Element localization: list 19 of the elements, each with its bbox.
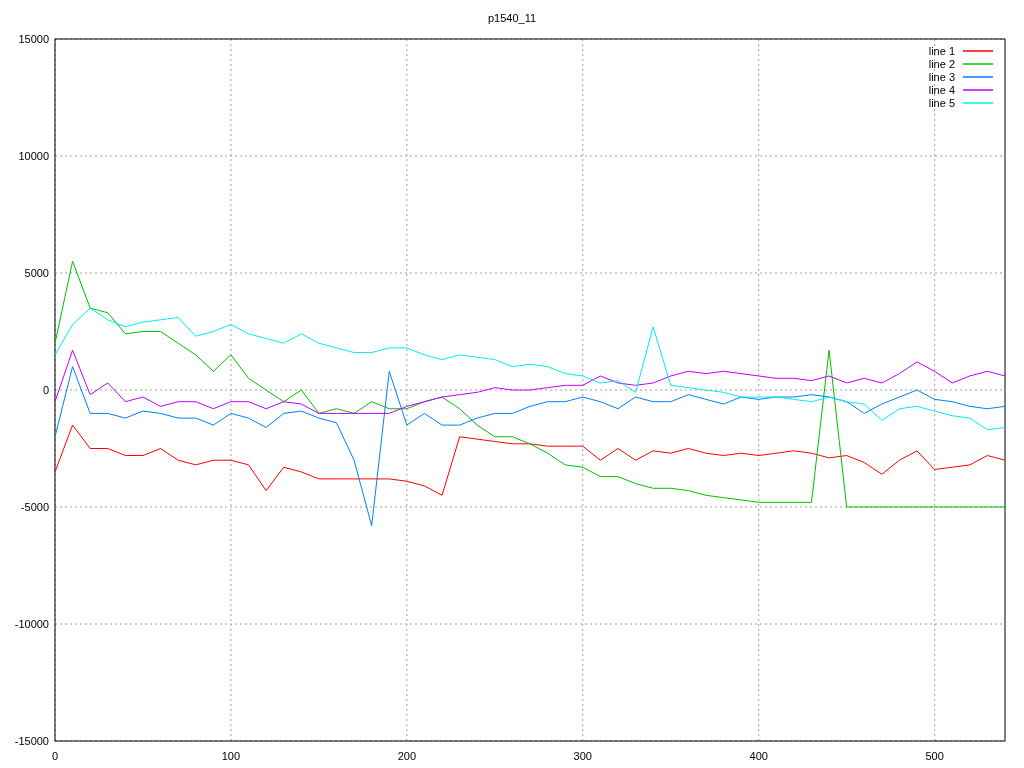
legend-label: line 3 [928,71,955,83]
axis-tick-label: 200 [397,750,417,762]
axis-tick-label: -15000 [14,735,49,747]
axis-tick-label: 0 [42,384,49,396]
axis-tick-label: 10000 [18,150,49,162]
chart-title: p1540_11 [487,12,537,24]
legend-label: line 1 [928,45,955,57]
axis-tick-label: 15000 [18,33,49,45]
axis-tick-label: 400 [749,750,768,762]
legend-label: line 5 [928,97,955,109]
axis-tick-label: -10000 [14,618,49,630]
axis-tick-label: 5000 [24,267,49,279]
axis-tick-label: 300 [573,750,592,762]
legend-label: line 4 [928,84,955,96]
axis-tick-label: 500 [925,750,944,762]
axis-tick-label: 100 [221,750,241,762]
axis-tick-label: 0 [51,750,59,762]
axis-tick-label: -5000 [20,501,49,513]
legend-label: line 2 [928,58,955,70]
